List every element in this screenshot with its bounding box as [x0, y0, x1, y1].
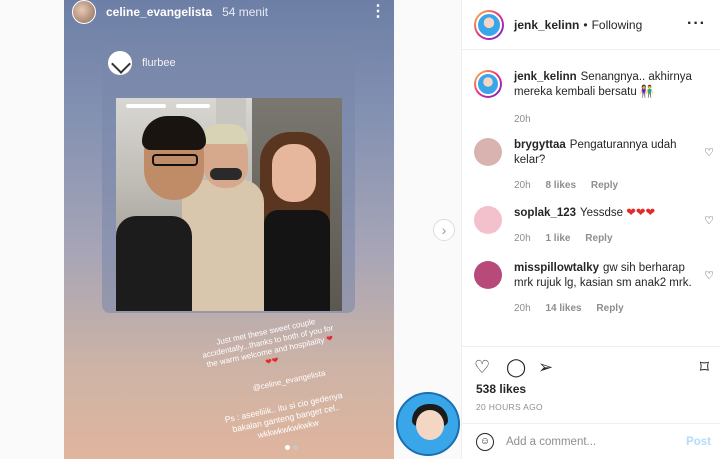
chevron-right-icon[interactable]: ›	[433, 219, 455, 241]
ceiling-light	[176, 104, 210, 108]
reply-button[interactable]: Reply	[585, 233, 612, 244]
carousel-dots	[285, 445, 298, 450]
avatar-image	[476, 11, 502, 38]
group-photo	[116, 98, 342, 311]
action-bar: ♡ ◯ ➢ ⌑	[462, 346, 720, 386]
person-face	[272, 144, 316, 202]
heart-icon[interactable]: ♡	[704, 269, 714, 282]
comment-time: 20h	[514, 303, 531, 314]
post-panel: jenk_kelinn • Following ··· jenk_kelinn S…	[461, 0, 720, 459]
comment-username[interactable]: brygyttaa	[514, 139, 566, 151]
comment-text: Yessdse	[580, 207, 624, 219]
comment-meta: 20h 1 like Reply	[514, 231, 694, 246]
avatar-image	[476, 72, 500, 96]
comment-icon[interactable]: ◯	[506, 357, 526, 378]
comment-input[interactable]	[506, 432, 676, 452]
comment-time: 20h	[514, 180, 531, 191]
carousel-dot	[285, 445, 290, 450]
comment-hearts: ❤❤❤	[626, 207, 656, 219]
comment-likes[interactable]: 1 like	[545, 233, 570, 244]
post-button[interactable]: Post	[686, 436, 711, 448]
separator-dot: •	[583, 17, 588, 32]
avatar[interactable]	[474, 261, 502, 289]
add-comment-bar: ☺ Post	[462, 423, 720, 459]
comment-meta: 20h 14 likes Reply	[514, 301, 694, 316]
heart-icon[interactable]: ♡	[474, 357, 490, 378]
following-button[interactable]: Following	[592, 18, 643, 32]
watermark-face	[416, 410, 444, 440]
story-header: celine_evangelista 54 menit ⋮	[72, 0, 386, 24]
heart-icon[interactable]: ♡	[704, 146, 714, 159]
story-avatar	[72, 0, 96, 24]
comment-likes[interactable]: 8 likes	[545, 180, 576, 191]
bookmark-icon[interactable]: ⌑	[700, 357, 709, 378]
comments-list: jenk_kelinn Senangnya.. akhirnya mereka k…	[462, 60, 720, 348]
comment-username[interactable]: misspillowtalky	[514, 262, 599, 274]
comment-meta: 20h 8 likes Reply	[514, 178, 694, 193]
card-username: flurbee	[142, 57, 176, 69]
comment-username[interactable]: jenk_kelinn	[514, 71, 577, 83]
comment-body: misspillowtalky gw sih berharap mrk rujuk…	[514, 261, 694, 316]
more-horizontal-icon[interactable]: ···	[687, 15, 706, 33]
likes-count[interactable]: 538 likes	[476, 382, 526, 396]
post-username[interactable]: jenk_kelinn	[514, 18, 579, 32]
card-header: flurbee	[108, 51, 176, 75]
card-avatar	[108, 51, 132, 75]
comment-time: 20h	[514, 233, 531, 244]
post-media: celine_evangelista 54 menit ⋮ flurbee Ju…	[0, 0, 461, 459]
story-time: 54 menit	[222, 5, 269, 19]
post-header: jenk_kelinn • Following ···	[462, 0, 720, 50]
comment-meta: 20h	[514, 112, 694, 127]
heart-icon[interactable]: ♡	[704, 214, 714, 227]
story-ps: Ps : aseeliiik.. itu si cio gedenya baka…	[223, 389, 344, 441]
reply-button[interactable]: Reply	[596, 303, 623, 314]
avatar[interactable]	[474, 138, 502, 166]
carousel-dot	[293, 445, 298, 450]
watermark-logo	[396, 392, 460, 456]
person-hair	[142, 116, 206, 150]
comment-body: soplak_123 Yessdse ❤❤❤ 20h 1 like Reply	[514, 206, 694, 246]
comment-time: 20h	[514, 114, 531, 125]
person-body	[116, 216, 192, 311]
reshared-card: flurbee	[102, 43, 355, 313]
send-icon[interactable]: ➢	[538, 357, 553, 378]
avatar[interactable]	[474, 9, 504, 40]
more-vertical-icon: ⋮	[370, 3, 386, 20]
avatar[interactable]	[474, 206, 502, 234]
comment-body: brygyttaa Pengaturannya udah kelar? 20h 8…	[514, 138, 694, 193]
post-date[interactable]: 20 HOURS AGO	[476, 402, 543, 412]
person-cap	[202, 124, 248, 144]
story-username: celine_evangelista	[106, 5, 213, 19]
reply-button[interactable]: Reply	[591, 180, 618, 191]
person-body	[182, 180, 264, 311]
person-mask	[210, 168, 242, 180]
ceiling-light	[126, 104, 166, 108]
comment-body: jenk_kelinn Senangnya.. akhirnya mereka k…	[514, 70, 694, 127]
comment-username[interactable]: soplak_123	[514, 207, 576, 219]
person-glasses	[152, 154, 198, 166]
avatar[interactable]	[474, 70, 502, 98]
comment-likes[interactable]: 14 likes	[545, 303, 581, 314]
emoji-icon[interactable]: ☺	[476, 433, 494, 451]
story-image: celine_evangelista 54 menit ⋮ flurbee Ju…	[64, 0, 394, 459]
person-body	[264, 210, 330, 311]
